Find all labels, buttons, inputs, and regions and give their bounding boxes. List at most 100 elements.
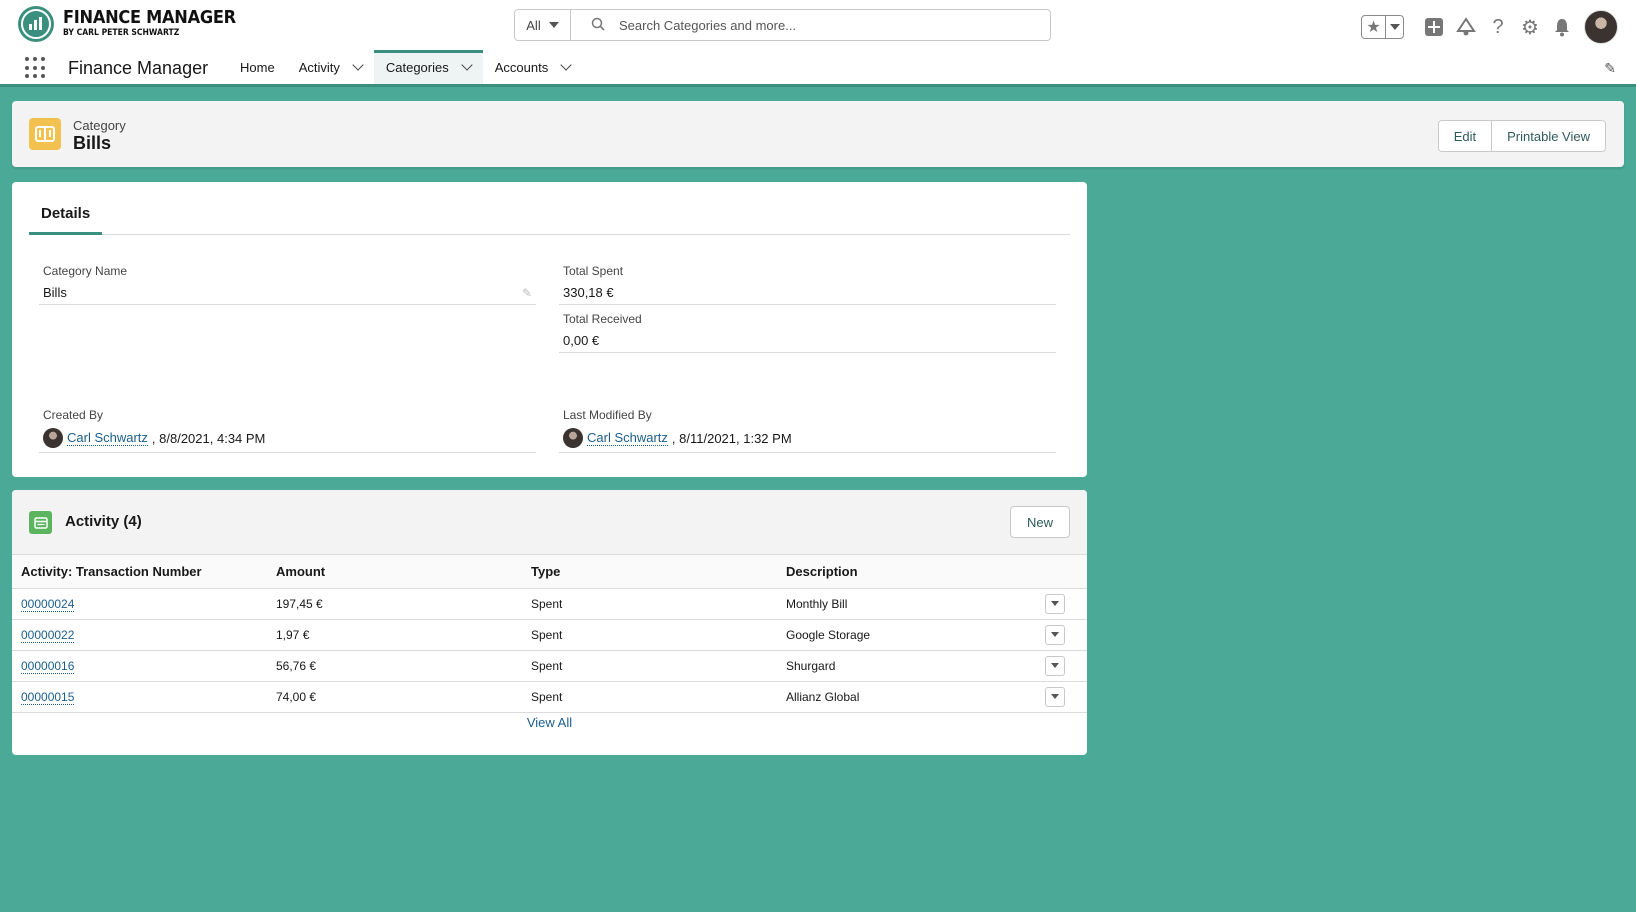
chevron-down-icon[interactable] — [352, 59, 364, 71]
row-actions-menu-button[interactable] — [1045, 686, 1065, 707]
transaction-link[interactable]: 00000016 — [21, 658, 75, 674]
cell-description: Shurgard — [777, 650, 1032, 682]
cell-description: Allianz Global — [777, 681, 1032, 713]
chevron-down-icon — [1051, 601, 1059, 606]
new-activity-button[interactable]: New — [1010, 506, 1070, 538]
trailhead-icon[interactable] — [1450, 13, 1482, 41]
nav-tab-label: Activity — [298, 59, 340, 75]
table-row: 00000024 197,45 € Spent Monthly Bill — [12, 588, 1087, 620]
chevron-down-icon — [1051, 663, 1059, 668]
record-actions: Edit Printable View — [1437, 120, 1606, 152]
category-name-field: Category Name Bills ✎ — [39, 264, 536, 305]
chevron-down-icon — [1051, 632, 1059, 637]
activity-table: Activity: Transaction Number Amount Type… — [12, 555, 1087, 713]
cell-amount: 56,76 € — [267, 650, 522, 682]
cell-type: Spent — [522, 588, 777, 620]
field-value: 330,18 € — [563, 284, 614, 300]
table-row: 00000022 1,97 € Spent Google Storage — [12, 619, 1087, 651]
cell-transaction-number: 00000016 — [12, 650, 267, 682]
last-modified-by-user-link[interactable]: Carl Schwartz — [587, 430, 668, 446]
cell-amount: 74,00 € — [267, 681, 522, 713]
nav-tab-label: Home — [240, 59, 275, 75]
transaction-link[interactable]: 00000015 — [21, 689, 75, 705]
nav-tab-label: Accounts — [494, 59, 549, 75]
edit-nav-pencil-icon[interactable]: ✎ — [1604, 60, 1616, 77]
notifications-bell-icon[interactable] — [1546, 13, 1578, 41]
cell-actions — [1032, 650, 1087, 682]
record-highlights: Category Bills Edit Printable View — [12, 101, 1624, 167]
column-header[interactable]: Description — [777, 555, 1032, 589]
activity-related-list: Activity (4) New Activity: Transaction N… — [12, 490, 1087, 755]
row-actions-menu-button[interactable] — [1045, 624, 1065, 645]
nav-tab-categories[interactable]: Categories — [373, 50, 483, 84]
column-header[interactable]: Amount — [267, 555, 522, 589]
app-nav-bar: Finance Manager Home Activity Categories… — [0, 50, 1636, 87]
created-by-timestamp: , 8/8/2021, 4:34 PM — [151, 430, 266, 446]
field-label: Total Spent — [563, 264, 624, 278]
chevron-down-icon — [548, 22, 559, 28]
created-by-field: Created By Carl Schwartz, 8/8/2021, 4:34… — [39, 408, 536, 453]
cell-description: Google Storage — [777, 619, 1032, 651]
cell-actions — [1032, 619, 1087, 651]
chevron-down-icon[interactable] — [461, 59, 473, 71]
row-actions-menu-button[interactable] — [1045, 655, 1065, 676]
app-name: Finance Manager — [68, 58, 209, 78]
transaction-link[interactable]: 00000022 — [21, 627, 75, 643]
view-all-link[interactable]: View All — [12, 715, 1087, 730]
column-header[interactable]: Type — [522, 555, 777, 589]
search-box — [571, 10, 1050, 40]
cell-amount: 197,45 € — [267, 588, 522, 620]
printable-view-button[interactable]: Printable View — [1491, 121, 1605, 151]
cell-transaction-number: 00000015 — [12, 681, 267, 713]
logo-title: FINANCE MANAGER — [63, 7, 236, 28]
nav-tab-label: Categories — [385, 59, 449, 75]
field-value: Carl Schwartz, 8/11/2021, 1:32 PM — [559, 422, 1056, 452]
total-spent-field: Total Spent 330,18 € — [559, 264, 1056, 305]
related-list-title[interactable]: Activity (4) — [65, 513, 142, 530]
record-title: Bills — [73, 133, 112, 153]
header-utility-icons: ★ ? ⚙ — [1361, 10, 1618, 44]
chevron-down-icon — [1051, 694, 1059, 699]
inline-edit-pencil-icon[interactable]: ✎ — [522, 286, 532, 300]
search-scope-label: All — [526, 17, 541, 33]
search-input[interactable] — [619, 17, 1019, 33]
setup-gear-icon[interactable]: ⚙ — [1514, 13, 1546, 41]
help-icon[interactable]: ? — [1482, 13, 1514, 41]
column-header-actions — [1032, 555, 1087, 589]
cell-type: Spent — [522, 619, 777, 651]
chevron-down-icon[interactable] — [560, 59, 572, 71]
table-header-row: Activity: Transaction Number Amount Type… — [12, 555, 1087, 589]
edit-button[interactable]: Edit — [1438, 121, 1492, 151]
row-actions-menu-button[interactable] — [1045, 593, 1065, 614]
logo-text: FINANCE MANAGER BY CARL PETER SCHWARTZ — [63, 7, 255, 39]
nav-tab-home[interactable]: Home — [228, 50, 287, 84]
favorites-star-icon[interactable]: ★ — [1362, 16, 1386, 38]
field-value: 0,00 € — [563, 332, 600, 348]
cell-type: Spent — [522, 681, 777, 713]
favorites-button-group: ★ — [1361, 15, 1404, 39]
nav-tab-accounts[interactable]: Accounts — [483, 50, 582, 84]
cell-actions — [1032, 681, 1087, 713]
related-list-header: Activity (4) New — [12, 490, 1087, 555]
table-row: 00000016 56,76 € Spent Shurgard — [12, 650, 1087, 682]
favorites-menu-button[interactable] — [1386, 16, 1403, 38]
transaction-link[interactable]: 00000024 — [21, 596, 75, 612]
user-avatar[interactable] — [1584, 10, 1618, 44]
app-launcher-icon[interactable] — [25, 57, 47, 79]
cell-actions — [1032, 588, 1087, 620]
tab-details[interactable]: Details — [29, 199, 103, 235]
add-icon[interactable] — [1418, 13, 1450, 41]
field-label: Last Modified By — [563, 408, 652, 422]
app-logo-icon[interactable] — [18, 6, 54, 42]
chevron-down-icon — [1389, 24, 1400, 30]
last-modified-timestamp: , 8/11/2021, 1:32 PM — [671, 430, 792, 446]
column-header[interactable]: Activity: Transaction Number — [12, 555, 267, 589]
category-book-icon — [29, 118, 61, 150]
details-card: Details Category Name Bills ✎ Total Spen… — [12, 182, 1087, 477]
record-object-type: Category — [73, 118, 126, 133]
search-scope-select[interactable]: All — [515, 10, 571, 40]
field-label: Category Name — [43, 264, 128, 278]
created-by-user-link[interactable]: Carl Schwartz — [67, 430, 148, 446]
nav-tab-activity[interactable]: Activity — [287, 50, 374, 84]
user-avatar — [43, 428, 63, 448]
